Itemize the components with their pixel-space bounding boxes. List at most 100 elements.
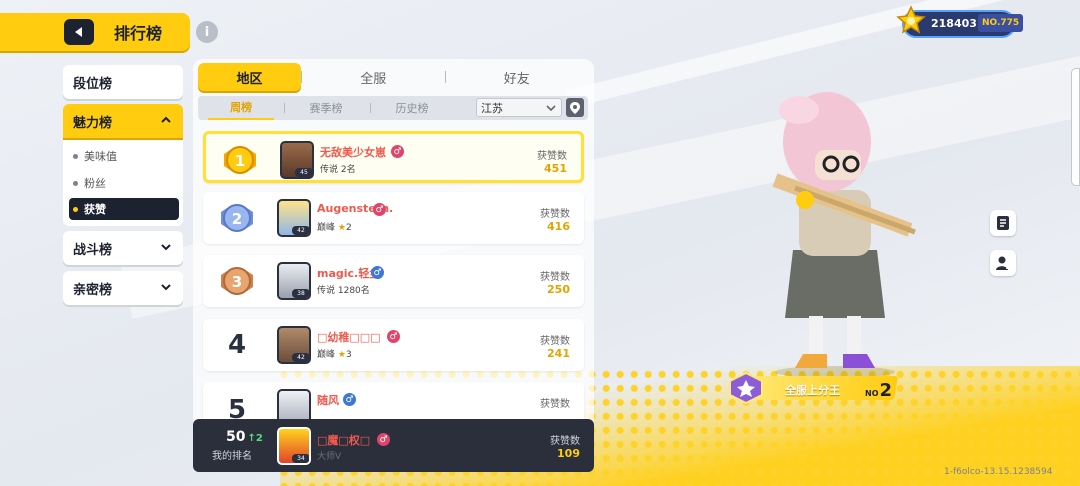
avatar[interactable]: 38 [277,262,311,300]
scope-tabs: 地区 全服 好友 [198,63,588,91]
submenu-item-label: 美味值 [84,150,117,163]
subtab-label: 周榜 [230,101,252,114]
submenu-item-fans[interactable]: 粉丝 [69,172,179,194]
star-count: 2 [345,223,352,233]
region-dropdown[interactable]: 江苏 [476,98,562,117]
my-rank-change: 2 [255,433,263,444]
silver-rank-badge-icon: 2 [221,204,253,232]
my-avatar[interactable]: 34 [277,427,311,465]
subtab-weekly[interactable]: 周榜 [208,96,274,120]
sidebar-item-label: 战斗榜 [73,242,113,258]
tab-region[interactable]: 地区 [198,63,301,91]
rank-badge-number: 2 [232,210,242,228]
player-tier: 巅峰 ★2 [317,220,352,233]
charm-submenu: 美味值 粉丝 获赞 [63,140,183,226]
tab-label: 好友 [503,71,530,87]
location-pin-icon [570,101,580,114]
my-player-tier: 大师V [317,452,342,462]
side-drawer-handle[interactable] [1071,68,1080,186]
sidebar-item-label: 魅力榜 [73,115,113,131]
subtab-label: 赛季榜 [309,102,343,115]
award-rank-number: 2 [879,380,893,401]
avatar[interactable]: 42 [277,199,311,237]
likes-label: 获赞数 [537,151,567,162]
male-gender-icon: ♂ [371,266,384,279]
currency-value: 218403 [931,17,977,30]
my-player-name: □魔□权□ [317,434,371,447]
sidebar-item-rank[interactable]: 段位榜 [63,65,183,99]
award-emblem-icon [729,372,763,404]
level-badge: 45 [295,168,312,177]
back-arrow-icon [75,27,82,37]
player-tier: 传说 2名 [320,165,356,175]
star-count: 3 [345,350,352,360]
add-friend-button[interactable] [990,250,1016,276]
sidebar-item-charm[interactable]: 魅力榜 [63,104,183,138]
tab-friends[interactable]: 好友 [446,63,589,91]
star-icon: ★ [337,223,346,233]
my-likes-count: 109 [557,447,580,460]
tab-server[interactable]: 全服 [302,63,445,91]
submenu-item-likes[interactable]: 获赞 [69,198,179,220]
award-rank: NO2 [865,380,892,401]
submenu-item-label: 获赞 [84,203,106,216]
leaderboard-row[interactable]: 4 42 □幼稚□□□ ♂ 巅峰 ★3 获赞数 241 [203,319,584,371]
chevron-down-icon [161,244,171,251]
chevron-up-icon [161,116,171,123]
leaderboard-row[interactable]: 2 42 Augenstern. ♂ 巅峰 ★2 获赞数 416 [203,192,584,244]
add-friend-icon [996,256,1010,270]
character-model [772,92,916,378]
page-title: 排行榜 [114,24,163,43]
likes-label: 获赞数 [540,209,570,220]
award-banner[interactable]: 全服上分王 NO2 [728,372,900,404]
likes-label: 获赞数 [540,399,570,410]
player-name: 随风 [317,394,339,407]
back-button[interactable] [64,19,94,45]
my-rank-label: 我的排名 [212,451,252,462]
rank-up-arrow-icon: ↑ [247,433,256,444]
avatar[interactable] [277,389,311,419]
award-title: 全服上分王 [785,384,840,397]
rank-number: 4 [227,330,247,360]
avatar[interactable]: 45 [280,141,314,179]
female-gender-icon: ♂ [373,203,386,216]
submenu-item-taste[interactable]: 美味值 [69,145,179,167]
details-button[interactable] [990,210,1016,236]
gold-rank-badge-icon: 1 [224,146,256,174]
info-icon[interactable]: i [196,21,218,43]
document-icon [997,216,1009,230]
avatar[interactable]: 42 [277,326,311,364]
likes-label: 获赞数 [550,436,580,447]
sidebar-item-intimacy[interactable]: 亲密榜 [63,271,183,305]
likes-label: 获赞数 [540,272,570,283]
tab-label: 地区 [236,71,263,87]
leaderboard-row[interactable]: 5 随风 ♂ 获赞数 [203,382,584,425]
sidebar-item-battle[interactable]: 战斗榜 [63,231,183,265]
subtab-divider [370,103,371,113]
sidebar-item-label: 段位榜 [73,76,113,92]
star-icon: ★ [337,350,346,360]
my-rank-value: 50 ↑2 [226,429,263,445]
subtab-history[interactable]: 历史榜 [380,96,444,120]
subtab-season[interactable]: 赛季榜 [294,96,358,120]
my-rank-bar[interactable]: 34 □魔□权□ ♂ 大师V 获赞数 109 [193,419,594,472]
female-gender-icon: ♂ [387,330,400,343]
bronze-rank-badge-icon: 3 [221,267,253,295]
tier-name: 巅峰 [317,223,336,233]
submenu-item-label: 粉丝 [84,177,106,190]
my-rank-number: 50 [226,429,246,445]
tier-name: 巅峰 [317,350,336,360]
subtab-divider [284,103,285,113]
leaderboard-row[interactable]: 1 45 无敌美少女崽 ♂ 传说 2名 获赞数 451 [203,131,584,183]
sidebar-item-label: 亲密榜 [73,282,113,298]
leaderboard-row[interactable]: 3 38 magic.轻尘 ♂ 传说 1280名 获赞数 250 [203,255,584,307]
rank-badge-number: 3 [232,273,242,291]
chevron-down-icon [161,284,171,291]
female-gender-icon: ♂ [391,145,404,158]
star-coin-icon [896,5,926,34]
level-badge: 42 [292,226,309,235]
location-button[interactable] [566,98,584,117]
header-bar: 排行榜 [0,13,190,51]
subtab-label: 历史榜 [395,102,429,115]
player-name: 无敌美少女崽 [320,146,386,159]
